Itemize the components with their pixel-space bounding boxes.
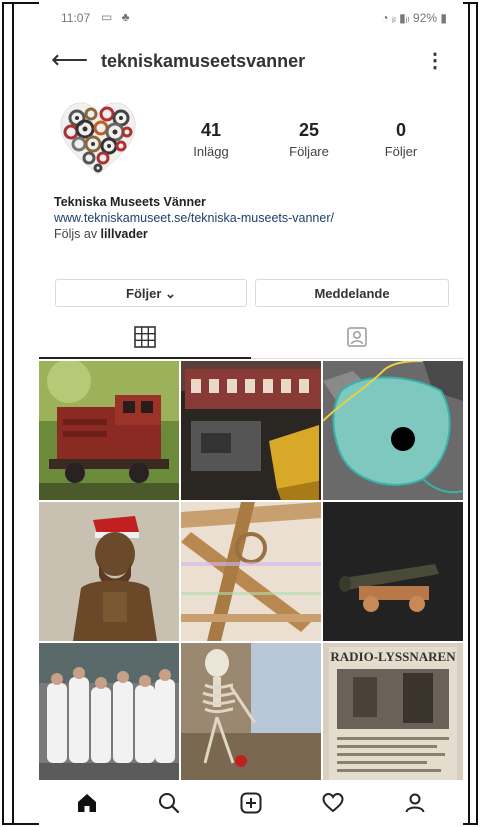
following-button[interactable]: Följer ⌄ <box>55 279 247 307</box>
nav-profile[interactable] <box>395 788 435 818</box>
stat-followers-value: 25 <box>298 120 320 140</box>
tagged-person-icon <box>347 327 367 347</box>
magazine-title: RADIO-LYSSNAREN <box>330 649 456 664</box>
profile-username: tekniskamuseetsvanner <box>101 51 306 71</box>
status-time: 11:07 <box>61 11 91 25</box>
profile-tabs <box>39 317 463 359</box>
post-tile-magazine[interactable]: RADIO-LYSSNAREN <box>323 643 463 782</box>
profile-website-link[interactable]: www.tekniskamuseet.se/tekniska-museets-v… <box>54 210 454 226</box>
followed-by-prefix: Följs av <box>54 227 101 241</box>
stat-posts-label: Inlägg <box>193 144 229 159</box>
nav-activity[interactable] <box>313 788 353 818</box>
post-tile-cannon[interactable] <box>323 502 463 641</box>
cannon-photo <box>323 502 463 641</box>
battery-percent: 92% <box>413 11 438 25</box>
followed-by-user: lillvader <box>100 227 148 241</box>
post-tile-map[interactable] <box>323 361 463 500</box>
mechanism-photo <box>181 502 321 641</box>
bottom-navigation <box>39 780 463 825</box>
back-arrow-icon[interactable]: ⟵ <box>51 46 88 72</box>
stat-following-value: 0 <box>395 120 406 140</box>
signal-icon: ◔ ᵢₗ ▮ᵢₗ <box>381 11 414 25</box>
home-icon <box>78 794 96 812</box>
post-tile-statue[interactable] <box>39 502 179 641</box>
notification-icons: ▭ ♣ <box>101 10 133 24</box>
profile-header: ⟵ tekniskamuseetsvanner ⋮ <box>39 42 463 82</box>
map-photo <box>323 361 463 500</box>
statue-photo <box>39 502 179 641</box>
heart-icon <box>322 792 344 813</box>
stat-following-label: Följer <box>384 144 418 159</box>
post-tile-group[interactable] <box>39 643 179 782</box>
magazine-photo: RADIO-LYSSNAREN <box>323 643 463 782</box>
post-tile-skeleton[interactable] <box>181 643 321 782</box>
gear-heart-icon <box>60 102 136 175</box>
stat-followers-label: Följare <box>289 144 329 159</box>
phone-screen: 11:07 ▭ ♣ ◔ ᵢₗ ▮ᵢₗ 92% ▮ ⟵ tekniskamusee… <box>39 2 463 825</box>
status-right: ◔ ᵢₗ ▮ᵢₗ 92% ▮ <box>381 11 447 25</box>
status-bar: 11:07 ▭ ♣ ◔ ᵢₗ ▮ᵢₗ 92% ▮ <box>39 2 463 32</box>
stat-posts-value: 41 <box>200 120 222 140</box>
group-photo <box>39 643 179 782</box>
tab-tagged[interactable] <box>251 317 463 357</box>
active-tab-indicator <box>39 357 251 359</box>
followed-by[interactable]: Följs av lillvader <box>54 226 454 242</box>
stat-posts[interactable]: 41 Inlägg <box>171 120 251 159</box>
grid-icon <box>134 326 156 348</box>
nav-home[interactable] <box>67 788 107 818</box>
train-car-photo <box>181 361 321 500</box>
tab-grid[interactable] <box>39 317 251 357</box>
profile-icon <box>405 793 425 813</box>
locomotive-photo <box>39 361 179 500</box>
post-tile-locomotive[interactable] <box>39 361 179 500</box>
message-button[interactable]: Meddelande <box>255 279 449 307</box>
left-border-line <box>12 2 14 825</box>
battery-icon: ▮ <box>440 11 447 25</box>
nav-search[interactable] <box>149 788 189 818</box>
right-border-line <box>468 2 470 825</box>
profile-display-name: Tekniska Museets Vänner <box>54 195 206 209</box>
post-tile-train-car[interactable] <box>181 361 321 500</box>
profile-avatar[interactable] <box>55 94 141 180</box>
profile-bio: Tekniska Museets Vänner www.tekniskamuse… <box>54 194 454 242</box>
stat-following[interactable]: 0 Följer <box>361 120 441 159</box>
post-tile-mechanism[interactable] <box>181 502 321 641</box>
skeleton-photo <box>181 643 321 782</box>
nav-add-post[interactable] <box>231 788 271 818</box>
more-options-icon[interactable]: ⋮ <box>425 48 445 73</box>
stat-followers[interactable]: 25 Följare <box>269 120 349 159</box>
add-post-icon <box>240 792 262 814</box>
search-icon <box>159 793 180 814</box>
